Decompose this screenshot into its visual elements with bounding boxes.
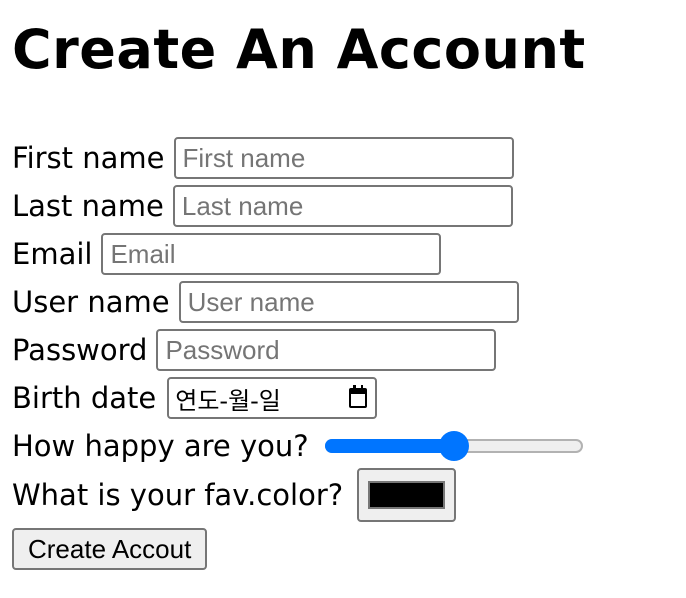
calendar-icon[interactable] <box>349 385 368 408</box>
email-label: Email <box>12 236 93 271</box>
last-name-input[interactable] <box>172 185 513 227</box>
user-name-label: User name <box>12 284 170 319</box>
birth-date-row: Birth date 연도-월-일 <box>12 374 583 422</box>
birth-date-placeholder: 연도-월-일 <box>175 386 281 415</box>
birth-date-input[interactable]: 연도-월-일 <box>167 377 378 419</box>
submit-row: Create Accout <box>12 525 583 573</box>
fav-color-picker[interactable] <box>357 468 457 522</box>
password-input[interactable] <box>156 329 497 371</box>
first-name-input[interactable] <box>173 137 514 179</box>
email-input[interactable] <box>101 233 442 275</box>
happiness-row: How happy are you? <box>12 422 583 470</box>
slider-thumb[interactable] <box>438 431 469 461</box>
happiness-label: How happy are you? <box>12 428 309 463</box>
first-name-label: First name <box>12 140 165 175</box>
slider-fill <box>324 439 454 453</box>
birth-date-label: Birth date <box>12 380 157 415</box>
fav-color-row: What is your fav.color? <box>12 468 583 522</box>
user-name-input[interactable] <box>178 281 519 323</box>
password-label: Password <box>12 332 148 367</box>
email-row: Email <box>12 230 583 278</box>
password-row: Password <box>12 326 583 374</box>
user-name-row: User name <box>12 278 583 326</box>
fav-color-label: What is your fav.color? <box>12 477 344 512</box>
create-account-button[interactable]: Create Accout <box>12 528 208 570</box>
page-title: Create An Account <box>12 18 586 81</box>
color-swatch <box>368 481 446 509</box>
last-name-row: Last name <box>12 182 583 230</box>
last-name-label: Last name <box>12 188 164 223</box>
first-name-row: First name <box>12 134 583 182</box>
create-account-form: First name Last name Email User name Pas… <box>12 134 583 573</box>
happiness-slider[interactable] <box>324 431 583 461</box>
